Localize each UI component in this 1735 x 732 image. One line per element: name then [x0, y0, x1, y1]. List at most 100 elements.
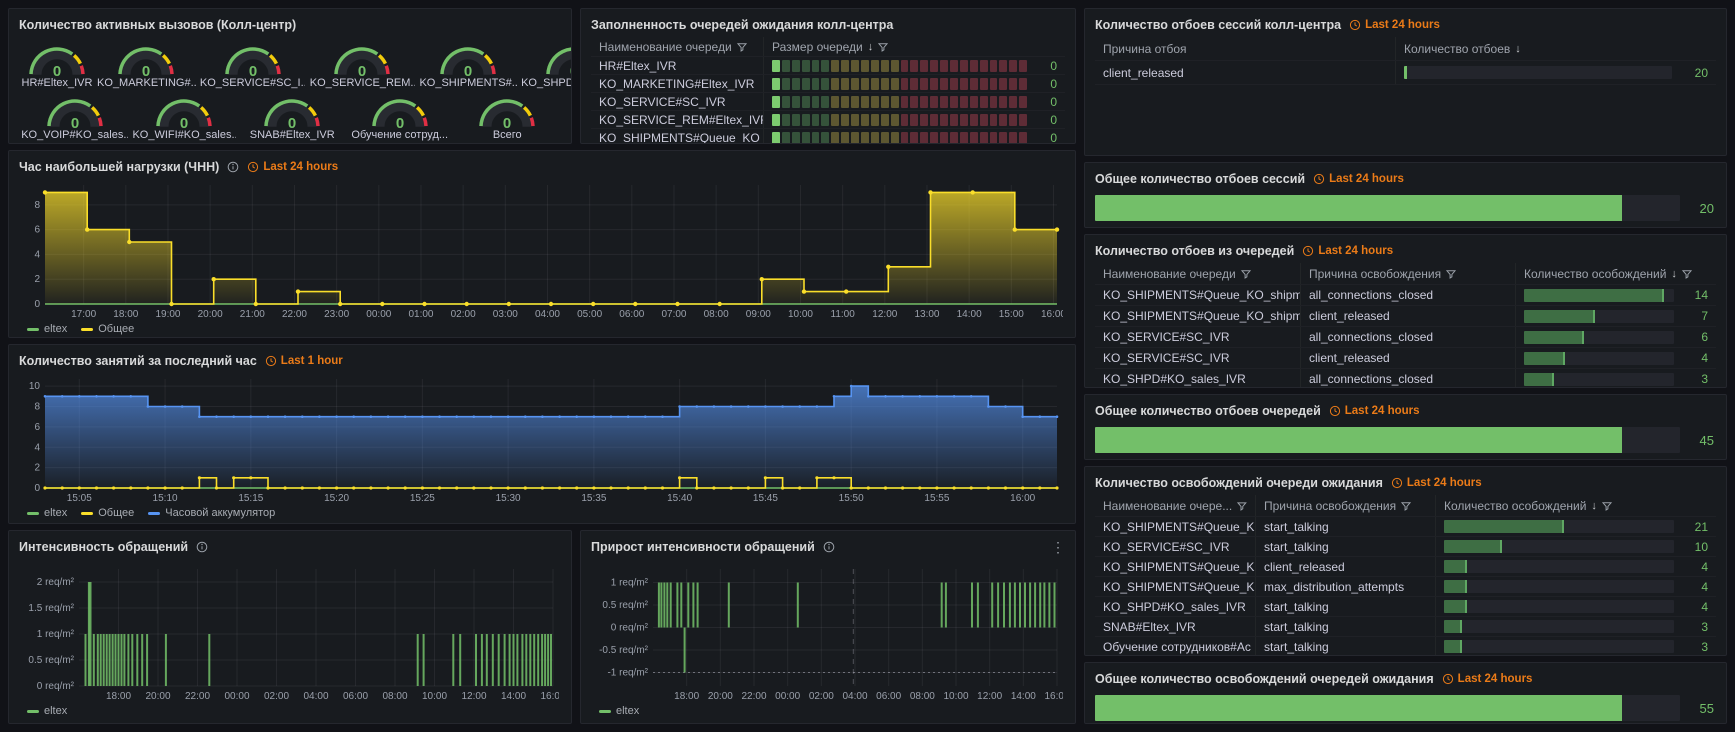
panel-title[interactable]: Количество отбоев сессий колл-центра	[1095, 18, 1341, 32]
legend-item[interactable]: eltex	[27, 507, 67, 519]
intensity-chart[interactable]: 18:0020:0022:0000:0002:0004:0006:0008:00…	[19, 559, 559, 703]
time-range-badge[interactable]: Last 24 hours	[1442, 673, 1533, 685]
axis-label: 17:00	[71, 309, 96, 320]
legend-swatch	[27, 328, 39, 331]
lcd-segment	[930, 60, 938, 72]
panel-title[interactable]: Количество активных вызовов (Колл-центр)	[19, 18, 296, 32]
data-point	[301, 486, 304, 489]
panel-title[interactable]: Общее количество освобождений очередей о…	[1095, 672, 1434, 686]
filter-icon[interactable]	[1602, 501, 1612, 511]
column-header[interactable]: Наименование очереди	[591, 37, 763, 56]
count-value: 21	[1682, 517, 1716, 536]
filter-icon[interactable]	[737, 42, 747, 52]
axis-label: 16:00	[1041, 309, 1063, 320]
data-point	[816, 405, 819, 408]
count-value: 4	[1682, 597, 1716, 616]
data-point	[1004, 405, 1007, 408]
filter-icon[interactable]	[1682, 269, 1692, 279]
panel-title[interactable]: Количество отбоев из очередей	[1095, 244, 1294, 258]
legend-item[interactable]: Общее	[81, 507, 134, 519]
time-range-badge[interactable]: Last 24 hours	[1329, 405, 1420, 417]
filter-icon[interactable]	[1237, 501, 1247, 511]
column-header[interactable]: Количество особождений↓	[1435, 495, 1716, 516]
filter-icon[interactable]	[1241, 269, 1251, 279]
data-point	[844, 289, 848, 293]
info-icon[interactable]	[196, 541, 208, 553]
info-icon[interactable]	[823, 541, 835, 553]
bar-gauge-track	[1095, 695, 1680, 721]
bar	[525, 634, 527, 686]
lcd-segment	[930, 132, 938, 144]
column-header[interactable]: Причина освобождения	[1300, 263, 1515, 284]
time-range-badge[interactable]: Last 24 hours	[1349, 19, 1440, 31]
last-hour-chart[interactable]: 15:0515:1015:1515:2015:2515:3015:3515:40…	[19, 373, 1063, 505]
filter-icon[interactable]	[1446, 269, 1456, 279]
column-header[interactable]: Причина отбоя	[1095, 37, 1395, 60]
gauge: 0KO_SHPD#KO_sale...	[519, 37, 572, 89]
panel-title[interactable]: Заполненность очередей ожидания колл-цен…	[591, 18, 893, 32]
lcd-segment	[980, 60, 988, 72]
bar	[670, 583, 672, 628]
column-header-label: Наименование очереди	[1103, 267, 1236, 281]
panel-title[interactable]: Прирост интенсивности обращений	[591, 540, 815, 554]
panel-title[interactable]: Количество освобождений очереди ожидания	[1095, 476, 1383, 490]
time-range-badge[interactable]: Last 24 hours	[1391, 477, 1482, 489]
lcd-segment	[960, 60, 968, 72]
bar	[997, 583, 999, 628]
panel-menu-icon[interactable]: ⋮	[1051, 542, 1065, 552]
data-point	[541, 415, 544, 418]
panel-header: Заполненность очередей ожидания колл-цен…	[591, 15, 1065, 35]
filter-icon[interactable]	[1401, 501, 1411, 511]
panel-title[interactable]: Интенсивность обращений	[19, 540, 188, 554]
sort-desc-icon[interactable]: ↓	[1591, 500, 1597, 512]
growth-chart[interactable]: 18:0020:0022:0000:0002:0004:0006:0008:00…	[591, 559, 1063, 703]
legend-item[interactable]: Часовой аккумулятор	[148, 507, 275, 519]
chnn-chart[interactable]: 17:0018:0019:0020:0021:0022:0023:0000:00…	[19, 179, 1063, 321]
data-point	[970, 395, 973, 398]
queue-size-bar-cell	[763, 75, 1035, 92]
axis-label: 20:00	[198, 309, 223, 320]
column-header[interactable]: Количество особождений↓	[1515, 263, 1716, 284]
data-point	[884, 486, 887, 489]
clock-icon	[247, 161, 259, 173]
info-icon[interactable]	[227, 161, 239, 173]
legend-item[interactable]: eltex	[599, 705, 639, 717]
legend-item[interactable]: eltex	[27, 323, 67, 335]
column-header[interactable]: Наименование очере...	[1095, 495, 1255, 516]
bar	[112, 634, 114, 686]
bar-track	[1524, 373, 1674, 386]
lcd-segment	[950, 114, 958, 126]
data-point	[507, 486, 510, 489]
time-range-badge[interactable]: Last 24 hours	[1302, 245, 1393, 257]
time-range-badge[interactable]: Last 1 hour	[265, 355, 343, 367]
queue-fill-table: Наименование очередиРазмер очереди↓HR#El…	[591, 37, 1065, 139]
panel-title[interactable]: Количество занятий за последний час	[19, 354, 257, 368]
data-point	[112, 486, 115, 489]
column-header[interactable]: Размер очереди↓	[763, 37, 1065, 56]
column-header[interactable]: Количество отбоев↓	[1395, 37, 1716, 60]
legend-item[interactable]: eltex	[27, 705, 67, 717]
release-reason-cell: start_talking	[1255, 597, 1435, 616]
time-range-badge[interactable]: Last 24 hours	[1313, 173, 1404, 185]
axis-label: 1.5 req/m²	[28, 603, 74, 614]
drop-count-bar-cell	[1395, 61, 1680, 84]
sort-desc-icon[interactable]: ↓	[1515, 43, 1521, 55]
panel-title[interactable]: Общее количество отбоев очередей	[1095, 404, 1321, 418]
panel-title[interactable]: Общее количество отбоев сессий	[1095, 172, 1305, 186]
table-row: KO_SERVICE#SC_IVR0	[591, 93, 1065, 111]
time-range-badge[interactable]: Last 24 hours	[247, 161, 338, 173]
column-header[interactable]: Причина освобождения	[1255, 495, 1435, 516]
axis-label: 00:00	[775, 691, 800, 702]
legend-item[interactable]: Общее	[81, 323, 134, 335]
bar	[1054, 583, 1056, 628]
sort-desc-icon[interactable]: ↓	[868, 41, 874, 53]
axis-label: 14:00	[1011, 691, 1036, 702]
bar-fill	[1444, 620, 1462, 633]
drop-count-value: 20	[1680, 61, 1716, 84]
column-header[interactable]: Наименование очереди	[1095, 263, 1300, 284]
panel-header: Количество освобождений очереди ожидания…	[1095, 473, 1716, 493]
sort-desc-icon[interactable]: ↓	[1671, 268, 1677, 280]
filter-icon[interactable]	[878, 42, 888, 52]
lcd-segment	[901, 60, 909, 72]
panel-title[interactable]: Час наибольшей нагрузки (ЧНН)	[19, 160, 219, 174]
